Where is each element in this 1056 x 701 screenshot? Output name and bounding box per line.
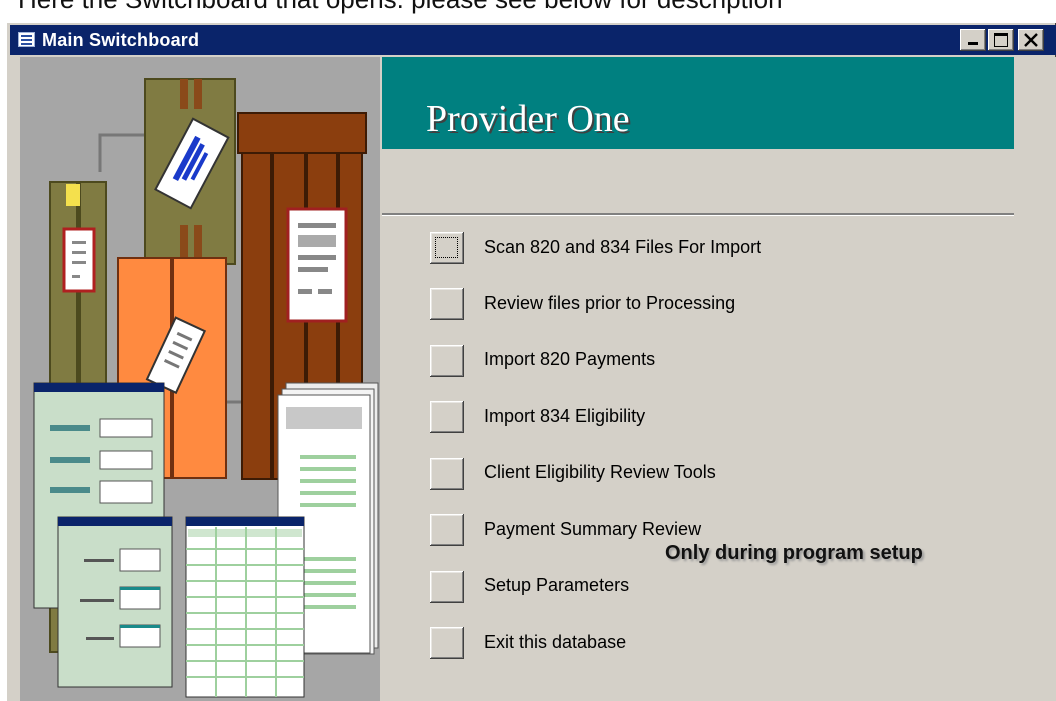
form-icon	[18, 32, 35, 47]
menu-button-scan-files[interactable]	[430, 232, 464, 264]
forms-illustration-art	[20, 57, 380, 701]
maximize-icon	[994, 33, 1008, 47]
menu-label-import-payments[interactable]: Import 820 Payments	[484, 349, 655, 370]
menu-label-exit-database[interactable]: Exit this database	[484, 632, 626, 653]
maximize-button[interactable]	[988, 29, 1014, 51]
menu-label-eligibility-tools[interactable]: Client Eligibility Review Tools	[484, 462, 716, 483]
menu-button-setup-parameters[interactable]	[430, 571, 464, 603]
decorative-illustration	[20, 57, 380, 701]
menu-label-payment-summary[interactable]: Payment Summary Review	[484, 519, 701, 540]
menu-label-scan-files[interactable]: Scan 820 and 834 Files For Import	[484, 237, 761, 258]
menu-button-payment-summary[interactable]	[430, 514, 464, 546]
menu-button-import-eligibility[interactable]	[430, 401, 464, 433]
title-bar[interactable]: Main Switchboard	[10, 25, 1056, 55]
menu-button-eligibility-tools[interactable]	[430, 458, 464, 490]
menu-label-review-files[interactable]: Review files prior to Processing	[484, 293, 735, 314]
switchboard-body: Provider One Scan 820 and 834 Files For …	[10, 57, 1056, 701]
minimize-button[interactable]	[960, 29, 986, 51]
window-title: Main Switchboard	[42, 30, 200, 50]
menu-label-import-eligibility[interactable]: Import 834 Eligibility	[484, 406, 645, 427]
banner-title: Provider One	[426, 98, 630, 140]
close-icon	[1024, 33, 1038, 47]
menu-button-import-payments[interactable]	[430, 345, 464, 377]
cropped-caption: Here the Switchboard that opens. please …	[18, 0, 783, 15]
header-banner: Provider One	[382, 57, 1014, 149]
menu-label-setup-parameters[interactable]: Setup Parameters	[484, 575, 629, 596]
close-button[interactable]	[1018, 29, 1044, 51]
menu-button-exit-database[interactable]	[430, 627, 464, 659]
setup-note-annotation: Only during program setup	[665, 542, 923, 564]
minimize-icon	[968, 42, 978, 45]
header-divider	[382, 213, 1014, 216]
switchboard-window: Main Switchboard Provider One Scan 820 a…	[6, 22, 1056, 701]
menu-button-review-files[interactable]	[430, 288, 464, 320]
cropped-caption-text: Here the Switchboard that opens. please …	[0, 0, 1056, 22]
